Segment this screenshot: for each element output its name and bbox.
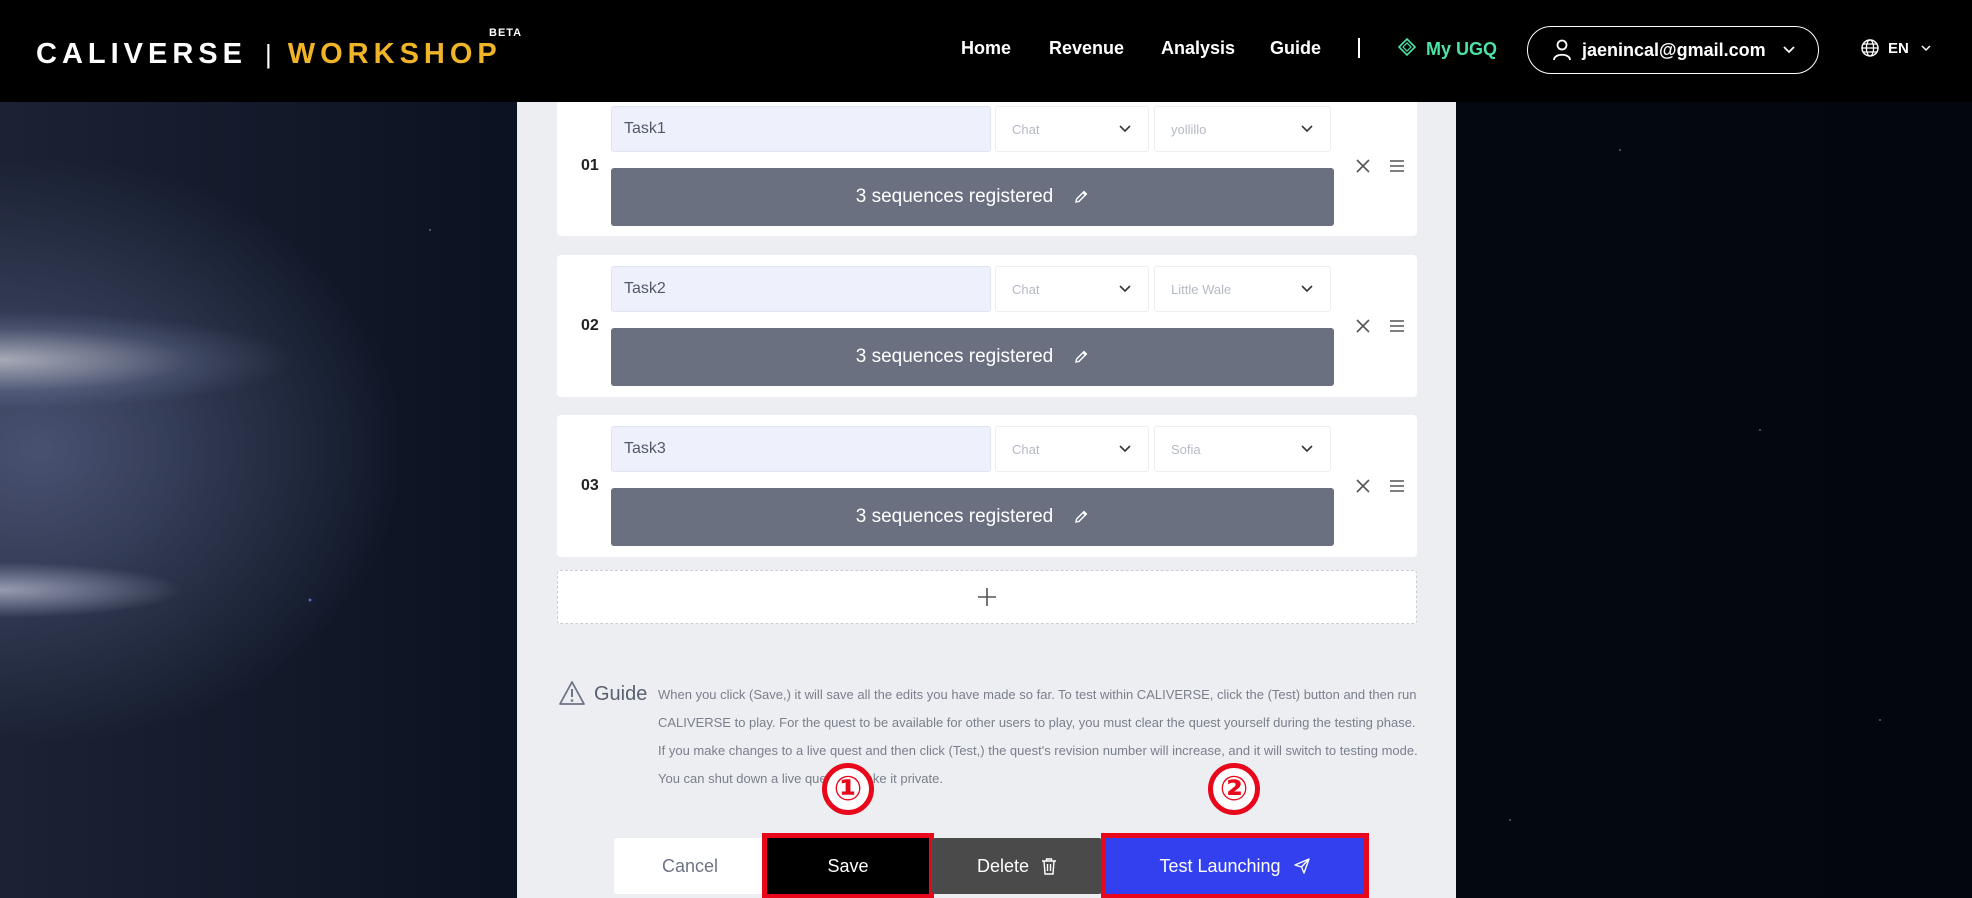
drag-handle-icon[interactable] <box>1388 157 1406 175</box>
send-icon <box>1293 857 1311 875</box>
test-launching-label: Test Launching <box>1159 855 1281 876</box>
logo-separator: | <box>264 38 272 69</box>
sequences-label: 3 sequences registered <box>855 506 1054 527</box>
drag-handle-icon[interactable] <box>1388 317 1406 335</box>
drag-handle-icon[interactable] <box>1388 477 1406 495</box>
task-type-select[interactable]: Chat <box>995 106 1149 152</box>
sequences-button[interactable]: 3 sequences registered <box>611 328 1334 386</box>
task-card: 03 Task3 Chat Sofia 3 sequences register… <box>557 415 1417 557</box>
task-npc-select[interactable]: Little Wale <box>1154 266 1331 312</box>
task-name-input[interactable]: Task1 <box>611 106 991 152</box>
logo-caliverse-text: CALIVERSE <box>36 37 247 70</box>
account-menu[interactable]: jaenincal@gmail.com <box>1527 26 1819 74</box>
pencil-icon <box>1073 509 1089 525</box>
pencil-icon <box>1073 349 1089 365</box>
chevron-down-icon <box>1300 284 1314 294</box>
sequences-label: 3 sequences registered <box>855 186 1054 207</box>
save-label: Save <box>827 855 869 876</box>
chevron-down-icon <box>1118 124 1132 134</box>
pencil-icon <box>1073 189 1089 205</box>
task-card: 02 Task2 Chat Little Wale 3 sequences re… <box>557 255 1417 397</box>
beta-tag: BETA <box>489 27 523 39</box>
chevron-down-icon <box>1118 444 1132 454</box>
task-name-input[interactable]: Task2 <box>611 266 991 312</box>
nav-guide[interactable]: Guide <box>1270 38 1321 59</box>
chevron-down-icon <box>1118 284 1132 294</box>
close-icon[interactable] <box>1354 317 1372 335</box>
nav-divider <box>1358 38 1360 58</box>
task-npc-select[interactable]: yollillo <box>1154 106 1331 152</box>
task-number: 02 <box>581 317 599 334</box>
close-icon[interactable] <box>1354 477 1372 495</box>
logo-workshop-text: WORKSHOP <box>287 37 502 70</box>
nav-analysis[interactable]: Analysis <box>1161 38 1235 59</box>
step-badge-2: ② <box>1208 763 1260 815</box>
task-type-select[interactable]: Chat <box>995 426 1149 472</box>
language-selector[interactable]: EN <box>1860 38 1931 58</box>
sequences-label: 3 sequences registered <box>855 346 1054 367</box>
top-navigation-bar: CALIVERSE | WORKSHOP BETA Home Revenue A… <box>0 0 1972 102</box>
sequences-button[interactable]: 3 sequences registered <box>611 168 1334 226</box>
task-card: 01 Task1 Chat yollillo 3 sequences regis… <box>557 102 1417 236</box>
account-email: jaenincal@gmail.com <box>1582 39 1766 60</box>
task-npc-select[interactable]: Sofia <box>1154 426 1331 472</box>
task-type-value: Chat <box>1012 281 1040 297</box>
cancel-button[interactable]: Cancel <box>614 838 766 894</box>
trash-icon <box>1041 857 1057 875</box>
delete-button[interactable]: Delete <box>932 838 1102 894</box>
my-ugq-link[interactable]: My UGQ <box>1397 37 1498 61</box>
chevron-down-icon <box>1921 44 1931 52</box>
close-icon[interactable] <box>1354 157 1372 175</box>
sequences-button[interactable]: 3 sequences registered <box>611 488 1334 546</box>
guide-text: When you click (Save,) it will save all … <box>658 687 1418 786</box>
cancel-label: Cancel <box>661 855 719 876</box>
warning-icon <box>558 680 586 711</box>
nav-home[interactable]: Home <box>961 38 1011 59</box>
task-npc-value: Little Wale <box>1171 281 1232 297</box>
task-name-input[interactable]: Task3 <box>611 426 991 472</box>
task-number: 03 <box>581 477 599 494</box>
guide-title: Guide <box>594 683 648 705</box>
task-npc-value: Sofia <box>1171 441 1201 457</box>
add-task-button[interactable] <box>557 570 1417 624</box>
task-npc-value: yollillo <box>1171 121 1207 137</box>
delete-label: Delete <box>976 855 1030 876</box>
task-type-value: Chat <box>1012 441 1040 457</box>
caliverse-workshop-logo[interactable]: CALIVERSE | WORKSHOP BETA <box>36 27 521 74</box>
chevron-down-icon <box>1300 124 1314 134</box>
save-button[interactable]: Save <box>762 833 934 898</box>
task-type-value: Chat <box>1012 121 1040 137</box>
my-ugq-label: My UGQ <box>1426 39 1498 59</box>
diamond-icon <box>1397 37 1417 61</box>
globe-icon <box>1860 38 1880 58</box>
chevron-down-icon <box>1300 444 1314 454</box>
language-label: EN <box>1888 39 1909 57</box>
task-number: 01 <box>581 157 599 174</box>
plus-icon <box>976 586 998 608</box>
step-badge-1: ① <box>822 763 874 815</box>
test-launching-button[interactable]: Test Launching <box>1101 833 1369 898</box>
task-type-select[interactable]: Chat <box>995 266 1149 312</box>
chevron-down-icon <box>1782 45 1796 55</box>
nav-revenue[interactable]: Revenue <box>1049 38 1124 59</box>
user-icon <box>1552 39 1572 61</box>
